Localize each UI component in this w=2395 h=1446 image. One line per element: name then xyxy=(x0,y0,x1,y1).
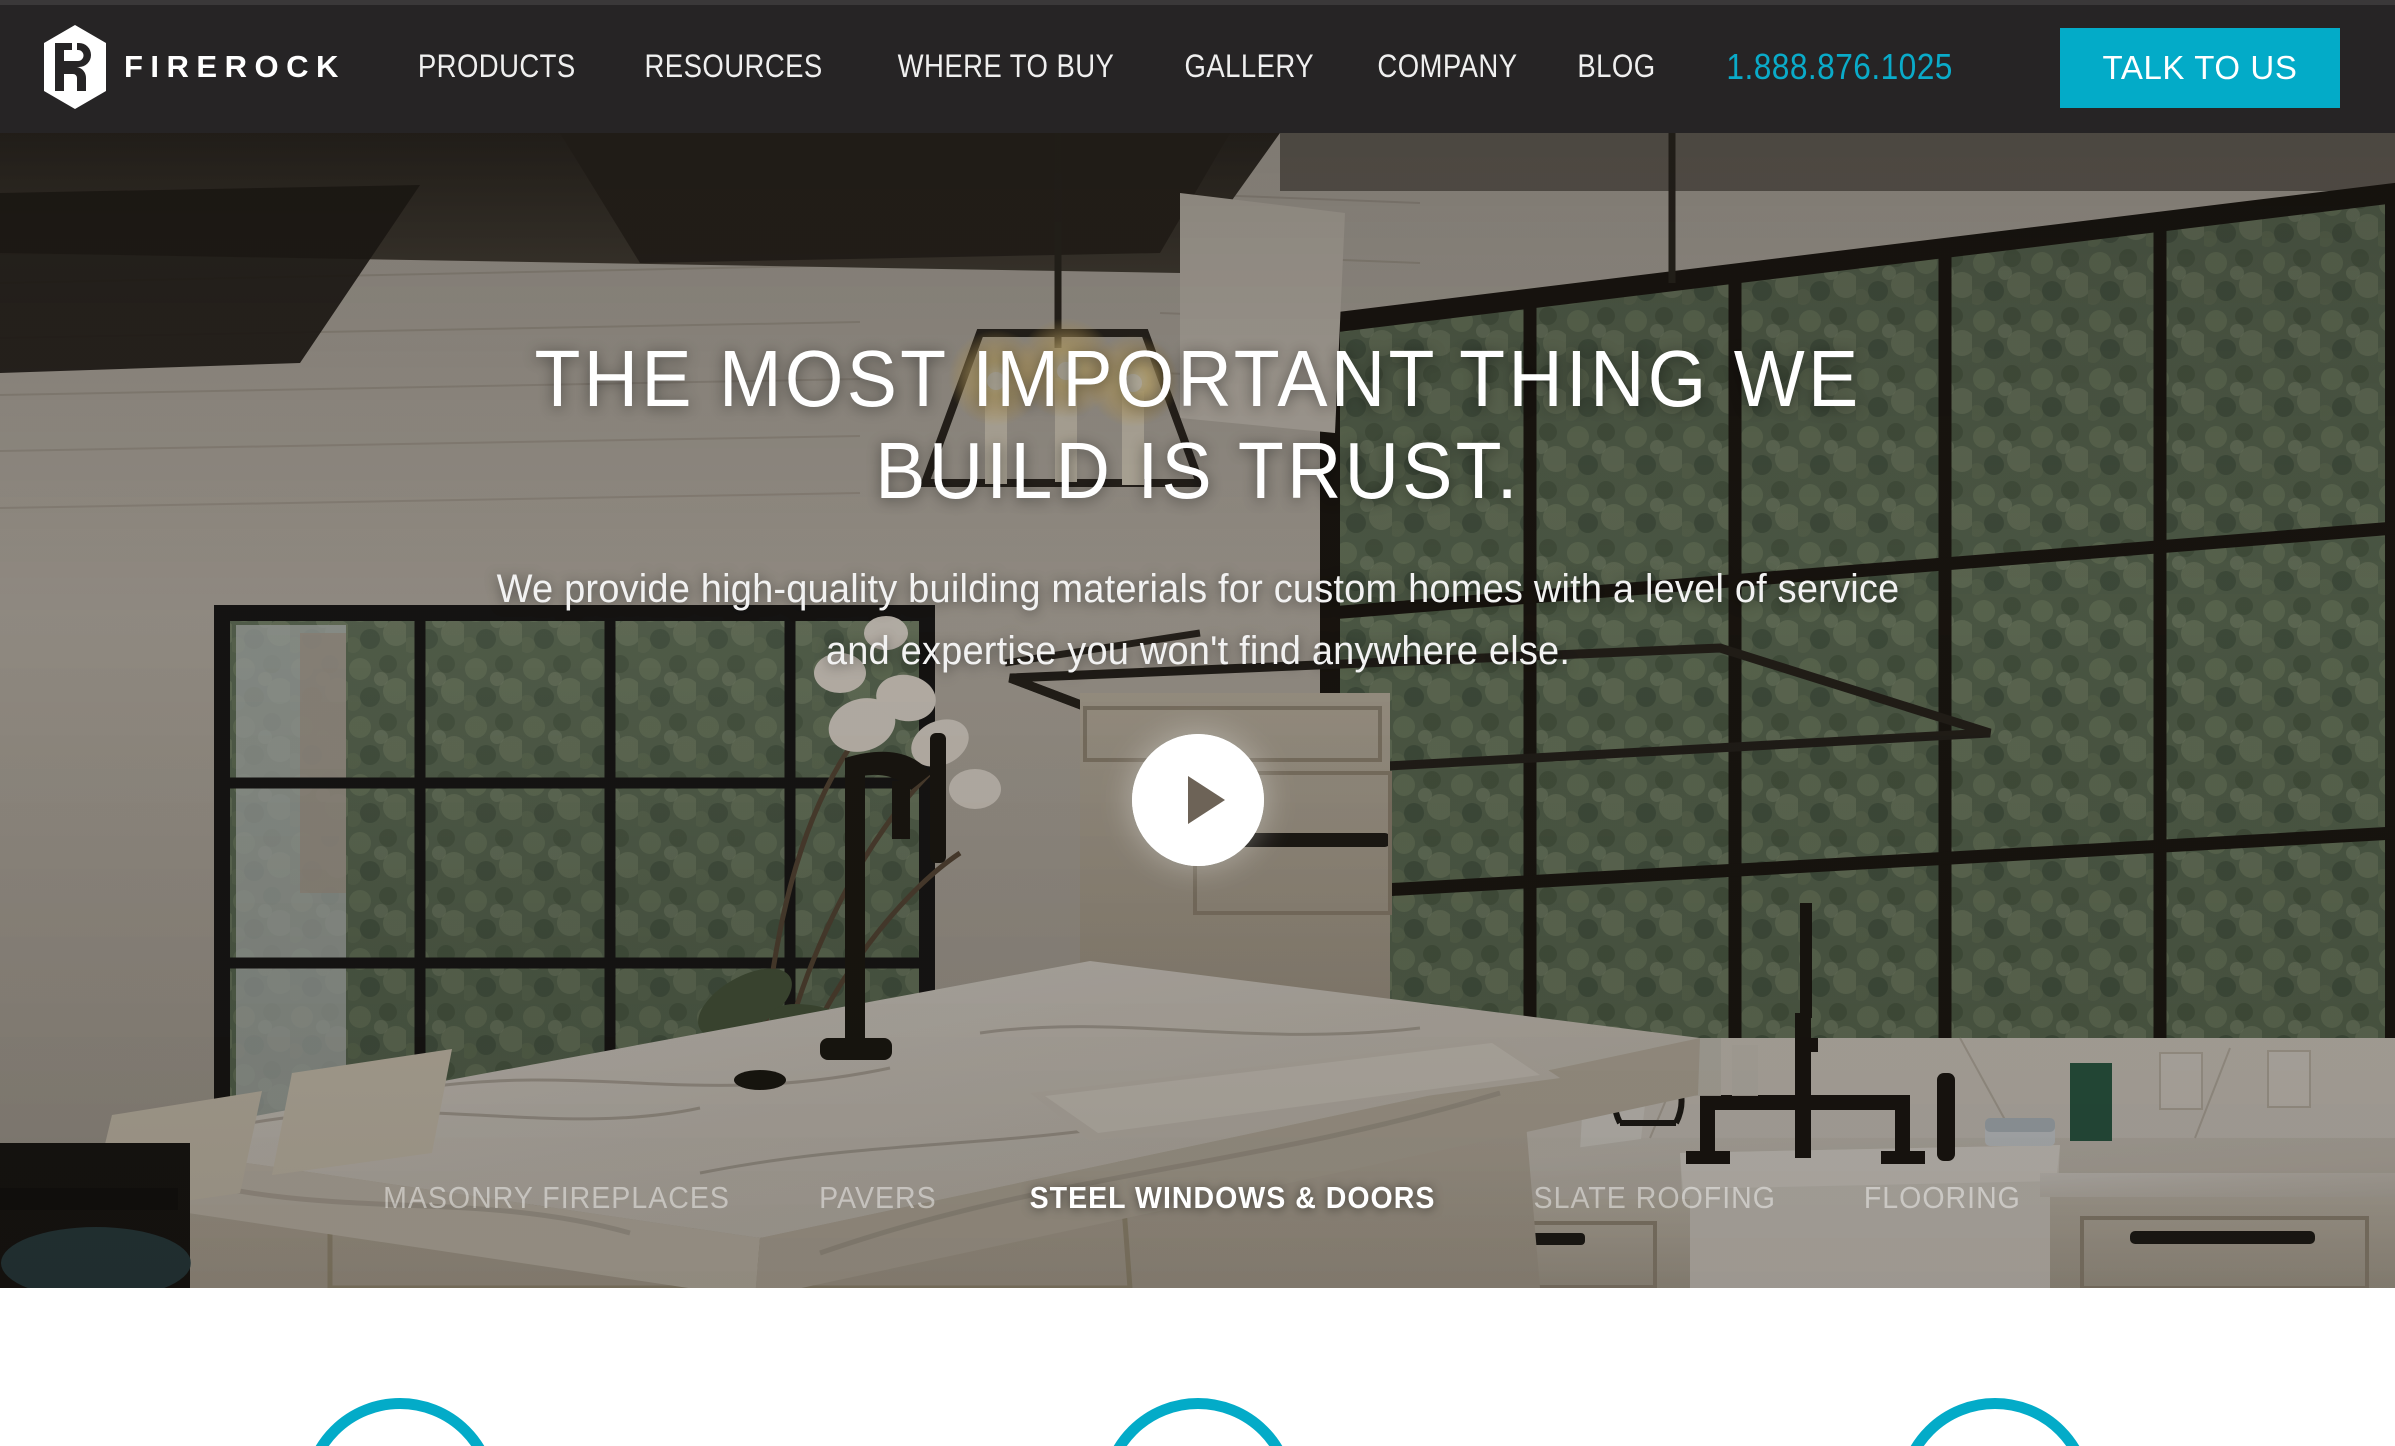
category-tab-flooring[interactable]: FLOORING xyxy=(1831,1180,2052,1216)
nav-item-gallery[interactable]: GALLERY xyxy=(1166,48,1332,85)
nav-item-resources[interactable]: RESOURCES xyxy=(627,48,841,85)
category-tab-slate-roofing[interactable]: SLATE ROOFING xyxy=(1502,1180,1809,1216)
feature-circle-icon-3 xyxy=(1897,1398,2093,1446)
feature-circle-icon-2 xyxy=(1100,1398,1296,1446)
category-tabs: MASONRY FIREPLACES PAVERS STEEL WINDOWS … xyxy=(0,1180,2395,1216)
hero-banner: THE MOST IMPORTANT THING WE BUILD IS TRU… xyxy=(0,133,2395,1288)
features-section xyxy=(0,1288,2395,1446)
talk-to-us-button[interactable]: TALK TO US xyxy=(2060,28,2340,108)
page-title: THE MOST IMPORTANT THING WE BUILD IS TRU… xyxy=(534,334,1861,515)
firerock-hexagon-r-logo-icon xyxy=(42,23,108,111)
category-tab-masonry-fireplaces[interactable]: MASONRY FIREPLACES xyxy=(350,1180,761,1216)
top-navigation-bar: FIREROCK PRODUCTS RESOURCES WHERE TO BUY… xyxy=(0,0,2395,133)
feature-circle-icon-1 xyxy=(302,1398,498,1446)
nav-item-company[interactable]: COMPANY xyxy=(1360,48,1536,85)
play-video-button[interactable] xyxy=(1131,734,1264,867)
brand-home-link[interactable]: FIREROCK xyxy=(42,23,346,111)
brand-wordmark: FIREROCK xyxy=(124,48,346,84)
nav-item-blog[interactable]: BLOG xyxy=(1559,48,1673,85)
category-tab-pavers[interactable]: PAVERS xyxy=(787,1180,969,1216)
hero-subtitle: We provide high-quality building materia… xyxy=(496,567,1899,673)
phone-number-link[interactable]: 1.888.876.1025 xyxy=(1726,46,1952,88)
nav-item-products[interactable]: PRODUCTS xyxy=(400,48,594,85)
primary-nav: PRODUCTS RESOURCES WHERE TO BUY GALLERY … xyxy=(384,46,1968,88)
category-tab-steel-windows-doors[interactable]: STEEL WINDOWS & DOORS xyxy=(998,1180,1468,1216)
play-triangle-icon xyxy=(1131,734,1264,867)
nav-item-where-to-buy[interactable]: WHERE TO BUY xyxy=(879,48,1132,85)
